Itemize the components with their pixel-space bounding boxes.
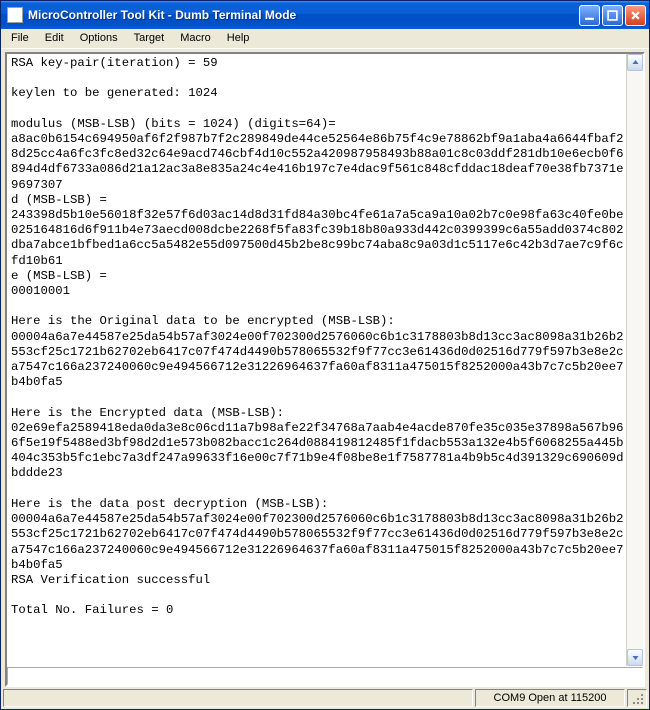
menu-macro[interactable]: Macro xyxy=(172,29,219,48)
titlebar: MicroController Tool Kit - Dumb Terminal… xyxy=(1,1,649,29)
maximize-icon xyxy=(607,10,618,21)
close-icon xyxy=(630,10,641,21)
terminal-output[interactable]: RSA key-pair(iteration) = 59 keylen to b… xyxy=(7,54,626,666)
menu-edit[interactable]: Edit xyxy=(37,29,72,48)
chevron-up-icon xyxy=(632,59,639,66)
minimize-icon xyxy=(584,10,595,21)
menu-file[interactable]: File xyxy=(3,29,37,48)
maximize-button[interactable] xyxy=(602,5,623,26)
client-area: RSA key-pair(iteration) = 59 keylen to b… xyxy=(5,52,645,687)
menubar: File Edit Options Target Macro Help xyxy=(1,29,649,49)
grip-icon xyxy=(632,691,646,705)
menu-help[interactable]: Help xyxy=(219,29,258,48)
window-buttons xyxy=(579,5,646,26)
scroll-up-button[interactable] xyxy=(627,54,643,71)
scroll-track[interactable] xyxy=(627,71,643,649)
app-window: MicroController Tool Kit - Dumb Terminal… xyxy=(0,0,650,710)
window-title: MicroController Tool Kit - Dumb Terminal… xyxy=(28,8,579,22)
menu-options[interactable]: Options xyxy=(72,29,126,48)
status-left xyxy=(3,689,473,707)
resize-grip[interactable] xyxy=(627,689,647,707)
vertical-scrollbar[interactable] xyxy=(626,54,643,666)
terminal-wrap: RSA key-pair(iteration) = 59 keylen to b… xyxy=(7,54,643,666)
chevron-down-icon xyxy=(632,654,639,661)
minimize-button[interactable] xyxy=(579,5,600,26)
close-button[interactable] xyxy=(625,5,646,26)
status-connection: COM9 Open at 115200 xyxy=(475,689,625,707)
statusbar: COM9 Open at 115200 xyxy=(1,689,649,709)
menu-target[interactable]: Target xyxy=(126,29,173,48)
command-input[interactable] xyxy=(7,667,643,685)
scroll-down-button[interactable] xyxy=(627,649,643,666)
app-icon xyxy=(7,7,23,23)
